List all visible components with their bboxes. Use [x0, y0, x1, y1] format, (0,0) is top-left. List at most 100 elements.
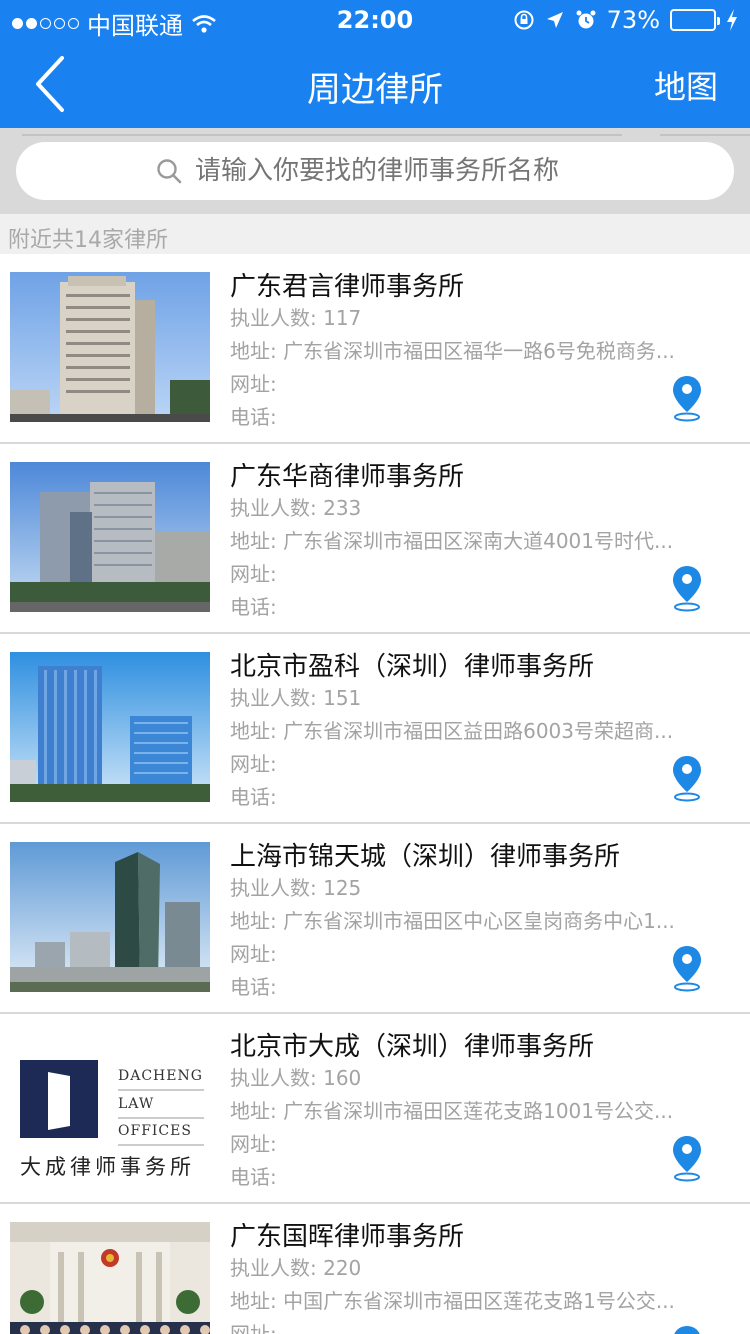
address-label: 地址:	[230, 529, 284, 553]
map-pin-icon[interactable]	[670, 944, 704, 992]
battery-percent: 73%	[606, 6, 660, 34]
firm-address: 地址: 广东省深圳市福田区福华一路6号免税商务...	[230, 333, 722, 366]
firm-logo: DACHENG LAW OFFICES 大成律师事务所	[10, 1032, 210, 1182]
search-input[interactable]	[195, 156, 595, 186]
firm-info: 广东华商律师事务所 执业人数: 233 地址: 广东省深圳市福田区深南大道400…	[230, 456, 722, 622]
address-label: 地址:	[230, 1289, 284, 1313]
staff-value: 125	[323, 876, 362, 900]
navigation-bar: 周边律所 地图	[0, 42, 750, 128]
firm-info: 北京市大成（深圳）律师事务所 执业人数: 160 地址: 广东省深圳市福田区莲花…	[230, 1026, 722, 1192]
firm-website: 网址:	[230, 1322, 277, 1334]
firm-name: 广东国晖律师事务所	[230, 1222, 465, 1252]
firm-staff-count: 执业人数: 233	[230, 490, 722, 523]
address-label: 地址:	[230, 909, 284, 933]
list-item[interactable]: 广东华商律师事务所 执业人数: 233 地址: 广东省深圳市福田区深南大道400…	[0, 444, 750, 634]
firm-website: 网址:	[230, 942, 277, 966]
search-box[interactable]	[16, 142, 734, 200]
rotation-lock-icon	[514, 10, 534, 30]
top-bar: 中国联通 22:00 73% 周边律所 地图	[0, 0, 750, 128]
firm-staff-count: 执业人数: 151	[230, 680, 722, 713]
location-arrow-icon	[546, 12, 563, 28]
map-pin-icon[interactable]	[670, 374, 704, 422]
firm-phone: 电话:	[230, 785, 277, 809]
firm-address: 地址: 中国广东省深圳市福田区莲花支路1号公交...	[230, 1283, 722, 1316]
firm-staff-count: 执业人数: 117	[230, 300, 722, 333]
search-icon	[157, 159, 182, 184]
firm-website: 网址:	[230, 562, 277, 586]
firm-website: 网址:	[230, 1132, 277, 1156]
logo-text-line3: OFFICES	[118, 1123, 192, 1139]
address-value: 广东省深圳市福田区中心区皇岗商务中心1...	[283, 909, 675, 933]
staff-value: 151	[323, 686, 362, 710]
firm-address: 地址: 广东省深圳市福田区益田路6003号荣超商...	[230, 713, 722, 746]
firm-thumbnail	[10, 652, 210, 802]
result-count: 附近共14家律所	[0, 214, 750, 254]
firm-staff-count: 执业人数: 125	[230, 870, 722, 903]
alarm-icon	[576, 10, 596, 29]
firm-address: 地址: 广东省深圳市福田区中心区皇岗商务中心1...	[230, 903, 722, 936]
map-pin-icon[interactable]	[670, 564, 704, 612]
divider	[22, 134, 622, 136]
staff-label: 执业人数:	[230, 686, 324, 710]
address-label: 地址:	[230, 339, 284, 363]
map-button[interactable]: 地图	[654, 62, 718, 108]
logo-text-line1: DACHENG	[118, 1068, 203, 1084]
firm-name: 北京市盈科（深圳）律师事务所	[230, 652, 595, 682]
firm-info: 北京市盈科（深圳）律师事务所 执业人数: 151 地址: 广东省深圳市福田区益田…	[230, 646, 722, 812]
list-item[interactable]: 北京市盈科（深圳）律师事务所 执业人数: 151 地址: 广东省深圳市福田区益田…	[0, 634, 750, 824]
staff-value: 220	[323, 1256, 362, 1280]
status-bar: 中国联通 22:00 73%	[0, 0, 750, 42]
address-label: 地址:	[230, 1099, 284, 1123]
firm-name: 广东君言律师事务所	[230, 272, 465, 302]
firm-staff-count: 执业人数: 160	[230, 1060, 722, 1093]
address-value: 广东省深圳市福田区福华一路6号免税商务...	[283, 339, 675, 363]
firm-thumbnail	[10, 842, 210, 992]
firm-thumbnail	[10, 272, 210, 422]
logo-text-line2: LAW	[118, 1096, 154, 1112]
address-value: 广东省深圳市福田区莲花支路1001号公交...	[283, 1099, 674, 1123]
firm-info: 广东国晖律师事务所 执业人数: 220 地址: 中国广东省深圳市福田区莲花支路1…	[230, 1216, 722, 1334]
firm-name: 上海市锦天城（深圳）律师事务所	[230, 842, 621, 872]
staff-value: 160	[323, 1066, 362, 1090]
list-item[interactable]: DACHENG LAW OFFICES 大成律师事务所 北京市大成（深圳）律师事…	[0, 1014, 750, 1204]
list-item[interactable]: 上海市锦天城（深圳）律师事务所 执业人数: 125 地址: 广东省深圳市福田区中…	[0, 824, 750, 1014]
firm-phone: 电话:	[230, 595, 277, 619]
page-title: 周边律所	[307, 70, 443, 110]
logo-text-cn: 大成律师事务所	[20, 1155, 195, 1179]
firm-phone: 电话:	[230, 1165, 277, 1189]
staff-label: 执业人数:	[230, 876, 324, 900]
staff-label: 执业人数:	[230, 1256, 324, 1280]
law-firm-list: 广东君言律师事务所 执业人数: 117 地址: 广东省深圳市福田区福华一路6号免…	[0, 254, 750, 1334]
map-pin-icon[interactable]	[670, 1324, 704, 1334]
firm-website: 网址:	[230, 752, 277, 776]
staff-value: 233	[323, 496, 362, 520]
firm-phone: 电话:	[230, 405, 277, 429]
search-section	[0, 128, 750, 214]
firm-address: 地址: 广东省深圳市福田区莲花支路1001号公交...	[230, 1093, 722, 1126]
staff-label: 执业人数:	[230, 306, 324, 330]
address-value: 中国广东省深圳市福田区莲花支路1号公交...	[283, 1289, 675, 1313]
firm-name: 北京市大成（深圳）律师事务所	[230, 1032, 595, 1062]
list-item[interactable]: 广东君言律师事务所 执业人数: 117 地址: 广东省深圳市福田区福华一路6号免…	[0, 254, 750, 444]
battery-icon	[670, 9, 720, 31]
divider	[660, 134, 750, 136]
firm-info: 上海市锦天城（深圳）律师事务所 执业人数: 125 地址: 广东省深圳市福田区中…	[230, 836, 722, 1002]
address-value: 广东省深圳市福田区深南大道4001号时代...	[283, 529, 674, 553]
firm-info: 广东君言律师事务所 执业人数: 117 地址: 广东省深圳市福田区福华一路6号免…	[230, 266, 722, 432]
map-pin-icon[interactable]	[670, 1134, 704, 1182]
charging-bolt-icon	[727, 9, 737, 31]
firm-address: 地址: 广东省深圳市福田区深南大道4001号时代...	[230, 523, 722, 556]
address-value: 广东省深圳市福田区益田路6003号荣超商...	[283, 719, 674, 743]
firm-thumbnail	[10, 462, 210, 612]
list-item[interactable]: 广东国晖律师事务所 执业人数: 220 地址: 中国广东省深圳市福田区莲花支路1…	[0, 1204, 750, 1334]
address-label: 地址:	[230, 719, 284, 743]
firm-staff-count: 执业人数: 220	[230, 1250, 722, 1283]
staff-label: 执业人数:	[230, 496, 324, 520]
firm-name: 广东华商律师事务所	[230, 462, 465, 492]
firm-website: 网址:	[230, 372, 277, 396]
firm-phone: 电话:	[230, 975, 277, 999]
map-pin-icon[interactable]	[670, 754, 704, 802]
staff-value: 117	[323, 306, 362, 330]
staff-label: 执业人数:	[230, 1066, 324, 1090]
firm-thumbnail	[10, 1222, 210, 1334]
